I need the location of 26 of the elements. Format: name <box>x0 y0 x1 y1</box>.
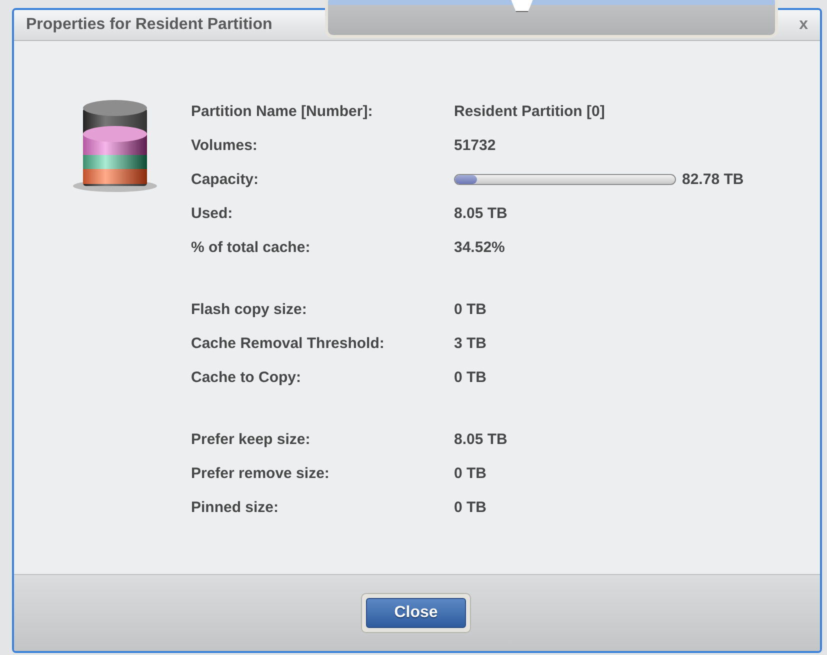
field-label: Volumes: <box>191 136 258 156</box>
field-value: 0 TB <box>454 368 487 386</box>
field-value: 3 TB <box>454 334 487 352</box>
field-label: Pinned size: <box>191 498 280 518</box>
field-value: 0 TB <box>454 300 487 318</box>
close-icon[interactable]: x <box>799 16 808 34</box>
field-value: 0 TB <box>454 498 487 516</box>
field-label: Partition Name [Number]: <box>191 102 374 122</box>
field-label: Prefer remove size: <box>191 464 330 484</box>
field-value: 34.52% <box>454 238 505 256</box>
storage-cylinder-icon <box>70 98 160 194</box>
field-label: Cache to Copy: <box>191 368 302 388</box>
field-label: % of total cache: <box>191 238 312 258</box>
dialog-title: Properties for Resident Partition <box>26 16 272 34</box>
field-label: Capacity: <box>191 170 260 190</box>
field-value: Resident Partition [0] <box>454 102 605 120</box>
close-button[interactable]: Close <box>366 598 466 628</box>
field-label: Used: <box>191 204 234 224</box>
field-value: 51732 <box>454 136 496 154</box>
field-value: 8.05 TB <box>454 204 508 222</box>
field-label: Prefer keep size: <box>191 430 312 450</box>
field-label: Flash copy size: <box>191 300 308 320</box>
field-value: 82.78 TB <box>682 170 744 188</box>
field-label: Cache Removal Threshold: <box>191 334 386 354</box>
field-value: 0 TB <box>454 464 487 482</box>
field-value: 8.05 TB <box>454 430 508 448</box>
